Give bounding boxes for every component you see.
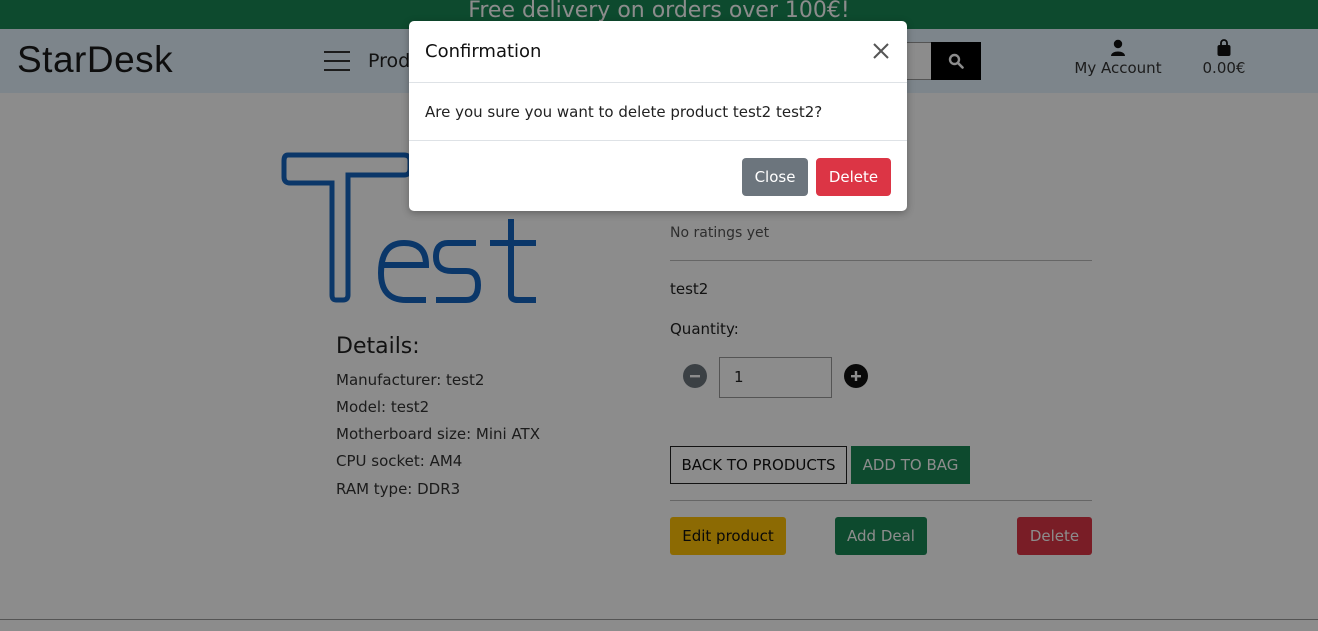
modal-close-button[interactable] [871,41,895,65]
modal-delete-button[interactable]: Delete [816,158,891,196]
modal-close-text-button[interactable]: Close [742,158,808,196]
modal-message: Are you sure you want to delete product … [425,103,823,121]
modal-header: Confirmation [409,21,907,83]
close-icon [873,43,889,59]
modal-footer: Close Delete [409,140,907,211]
modal-title: Confirmation [425,41,542,62]
confirmation-modal: Confirmation Are you sure you want to de… [409,21,907,211]
